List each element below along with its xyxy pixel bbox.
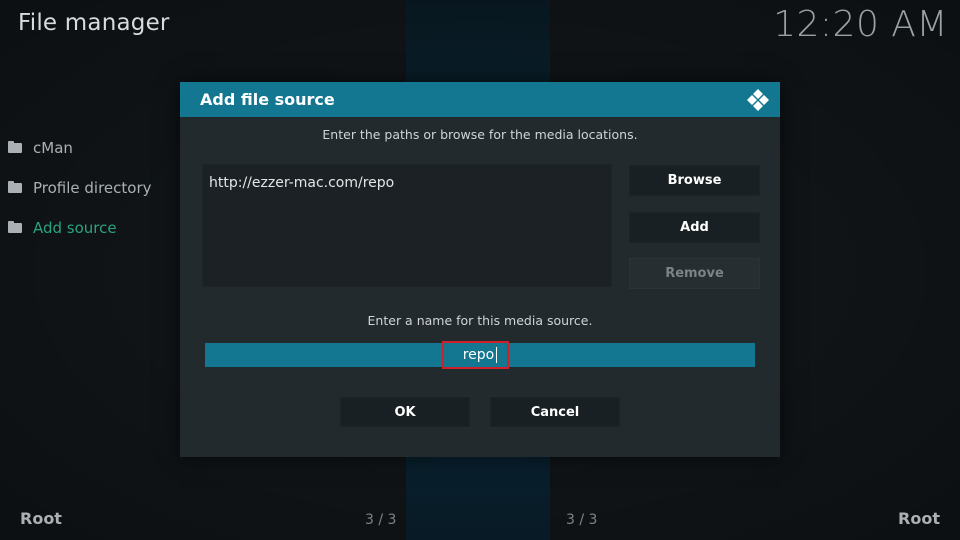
dialog-title: Add file source: [200, 90, 335, 109]
path-entry[interactable]: http://ezzer-mac.com/repo: [209, 175, 394, 191]
ok-button[interactable]: OK: [340, 397, 470, 427]
page-title: File manager: [18, 10, 170, 36]
sidebar-item-profile-directory[interactable]: Profile directory: [8, 168, 152, 208]
clock: 12:20 AM: [773, 4, 948, 45]
folder-icon: [8, 181, 22, 193]
folder-icon: [8, 141, 22, 153]
remove-button[interactable]: Remove: [629, 258, 760, 289]
footer-root-left: Root: [20, 509, 62, 528]
sidebar-item-label: Add source: [33, 219, 117, 237]
paths-hint: Enter the paths or browse for the media …: [322, 127, 638, 142]
item-counter-right: 3 / 3: [566, 512, 598, 528]
highlight-box: [442, 341, 509, 369]
sidebar: cMan Profile directory Add source: [8, 128, 152, 248]
sidebar-item-cman[interactable]: cMan: [8, 128, 152, 168]
add-file-source-dialog: Add file source Enter the paths or brows…: [180, 82, 780, 457]
folder-icon: [8, 221, 22, 233]
cancel-button[interactable]: Cancel: [490, 397, 620, 427]
name-hint: Enter a name for this media source.: [367, 313, 593, 328]
add-button[interactable]: Add: [629, 212, 760, 243]
footer-root-right: Root: [898, 509, 940, 528]
kodi-logo-icon: [747, 89, 769, 111]
sidebar-item-label: Profile directory: [33, 179, 152, 197]
browse-button[interactable]: Browse: [629, 165, 760, 196]
path-list[interactable]: http://ezzer-mac.com/repo: [202, 164, 612, 287]
sidebar-item-label: cMan: [33, 139, 73, 157]
item-counter-left: 3 / 3: [365, 512, 397, 528]
dialog-header: Add file source: [180, 82, 780, 117]
sidebar-item-add-source[interactable]: Add source: [8, 208, 152, 248]
